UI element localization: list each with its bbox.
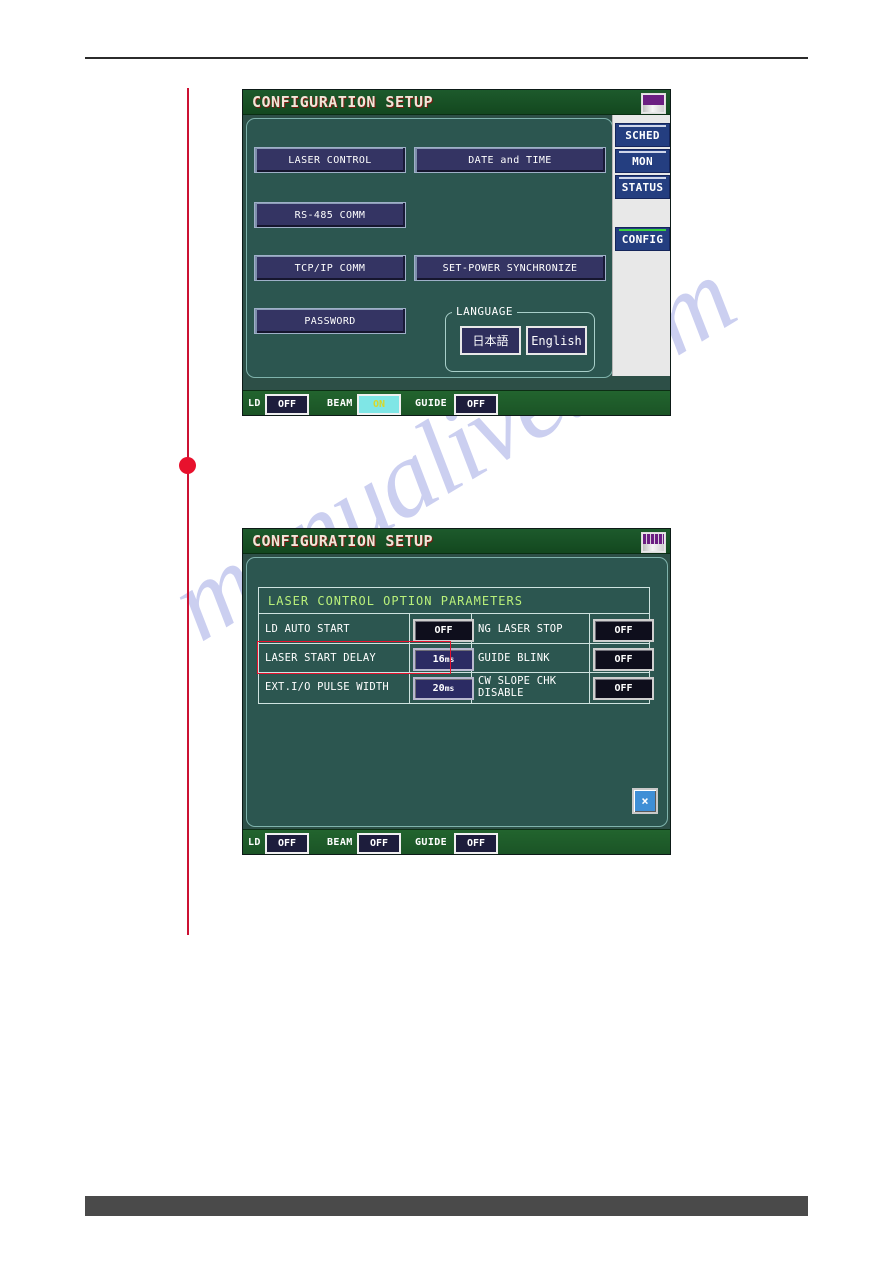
hmi-screen-laser-control-options: CONFIGURATION SETUP LASER CONTROL OPTION… bbox=[242, 528, 671, 855]
tab-status[interactable]: STATUS bbox=[615, 175, 670, 199]
screen-title-bar: CONFIGURATION SETUP bbox=[243, 529, 670, 554]
screen-title-bar: CONFIGURATION SETUP bbox=[243, 90, 670, 115]
tab-sched[interactable]: SCHED bbox=[615, 123, 670, 147]
status-label-beam: BEAM bbox=[327, 398, 353, 409]
hmi-screen-configuration-setup: CONFIGURATION SETUP LASER CONTROL DATE a… bbox=[242, 89, 671, 416]
language-option-english[interactable]: English bbox=[526, 326, 587, 355]
menu-button-label: DATE and TIME bbox=[468, 154, 552, 166]
tab-label: CONFIG bbox=[621, 232, 664, 246]
status-bar: LD OFF BEAM OFF GUIDE OFF bbox=[243, 829, 670, 854]
menu-button-laser-control[interactable]: LASER CONTROL bbox=[254, 147, 406, 173]
menu-button-date-and-time[interactable]: DATE and TIME bbox=[414, 147, 606, 173]
tab-label: STATUS bbox=[621, 180, 664, 194]
param-label-ext-io-pulse-width: EXT.I/O PULSE WIDTH bbox=[265, 680, 389, 693]
param-label-guide-blink: GUIDE BLINK bbox=[478, 651, 550, 664]
menu-button-tcpip-comm[interactable]: TCP/IP COMM bbox=[254, 255, 406, 281]
menu-button-set-power-synchronize[interactable]: SET-POWER SYNCHRONIZE bbox=[414, 255, 606, 281]
language-option-japanese[interactable]: 日本語 bbox=[460, 326, 521, 355]
lamp-indicator-icon bbox=[641, 93, 666, 114]
param-value-text: OFF bbox=[434, 625, 453, 636]
param-value-cw-slope-chk-disable[interactable]: OFF bbox=[593, 677, 654, 700]
tab-mon[interactable]: MON bbox=[615, 149, 670, 173]
options-work-area: LASER CONTROL OPTION PARAMETERS LD AUTO … bbox=[246, 557, 668, 827]
callout-leader-line bbox=[187, 88, 189, 935]
page-footer-bar bbox=[85, 1196, 808, 1216]
status-value-ld[interactable]: OFF bbox=[265, 833, 309, 854]
close-button[interactable]: × bbox=[632, 788, 658, 814]
tab-config[interactable]: CONFIG bbox=[615, 227, 670, 251]
status-label-guide: GUIDE bbox=[415, 398, 448, 409]
param-value-unit: ms bbox=[444, 684, 455, 693]
table-heading: LASER CONTROL OPTION PARAMETERS bbox=[259, 588, 649, 614]
tab-label: MON bbox=[632, 154, 653, 168]
menu-button-label: SET-POWER SYNCHRONIZE bbox=[442, 262, 578, 274]
language-option-label: English bbox=[531, 333, 582, 348]
param-label-ng-laser-stop: NG LASER STOP bbox=[478, 622, 563, 635]
param-label-laser-start-delay: LASER START DELAY bbox=[265, 651, 376, 664]
param-value-ld-auto-start[interactable]: OFF bbox=[413, 619, 474, 642]
status-label-beam: BEAM bbox=[327, 837, 353, 848]
page-title: CONFIGURATION SETUP bbox=[252, 93, 434, 111]
lamp-indicator-striped-icon bbox=[641, 532, 666, 553]
tab-label: SCHED bbox=[625, 128, 660, 142]
tab-column: SCHED MON STATUS CONFIG bbox=[612, 115, 670, 376]
table-row: LD AUTO START OFF NG LASER STOP OFF bbox=[259, 614, 654, 644]
status-value-beam[interactable]: ON bbox=[357, 394, 401, 415]
menu-button-password[interactable]: PASSWORD bbox=[254, 308, 406, 334]
menu-button-label: PASSWORD bbox=[304, 315, 356, 327]
status-label-guide: GUIDE bbox=[415, 837, 448, 848]
close-icon: × bbox=[641, 794, 649, 808]
table-row: EXT.I/O PULSE WIDTH 20 ms CW SLOPE CHK DI… bbox=[259, 672, 654, 701]
menu-button-label: LASER CONTROL bbox=[288, 154, 372, 166]
status-label-ld: LD bbox=[248, 398, 261, 409]
laser-option-parameter-table: LASER CONTROL OPTION PARAMETERS LD AUTO … bbox=[258, 587, 654, 704]
language-group: LANGUAGE 日本語 English bbox=[445, 305, 595, 372]
param-value-text: 20 bbox=[432, 683, 445, 694]
param-value-ext-io-pulse-width[interactable]: 20 ms bbox=[413, 677, 474, 700]
param-value-guide-blink[interactable]: OFF bbox=[593, 648, 654, 671]
menu-button-rs485-comm[interactable]: RS-485 COMM bbox=[254, 202, 406, 228]
param-value-text: OFF bbox=[614, 654, 633, 665]
menu-work-area: LASER CONTROL DATE and TIME RS-485 COMM … bbox=[246, 118, 613, 378]
status-label-ld: LD bbox=[248, 837, 261, 848]
table-row: LASER START DELAY 16 ms GUIDE BLINK OFF bbox=[259, 643, 654, 673]
language-group-legend: LANGUAGE bbox=[452, 305, 517, 318]
page-title: CONFIGURATION SETUP bbox=[252, 532, 434, 550]
param-value-ng-laser-stop[interactable]: OFF bbox=[593, 619, 654, 642]
page-header-rule bbox=[85, 57, 808, 59]
status-value-beam[interactable]: OFF bbox=[357, 833, 401, 854]
menu-button-label: TCP/IP COMM bbox=[294, 262, 366, 274]
param-label-ld-auto-start: LD AUTO START bbox=[265, 622, 350, 635]
menu-button-label: RS-485 COMM bbox=[294, 209, 366, 221]
param-value-unit: ms bbox=[444, 655, 455, 664]
language-option-label: 日本語 bbox=[472, 334, 509, 348]
status-value-ld[interactable]: OFF bbox=[265, 394, 309, 415]
param-value-text: OFF bbox=[614, 683, 633, 694]
param-value-text: 16 bbox=[432, 654, 445, 665]
param-value-text: OFF bbox=[614, 625, 633, 636]
param-label-cw-slope-chk-disable: CW SLOPE CHK DISABLE bbox=[478, 674, 557, 699]
status-bar: LD OFF BEAM ON GUIDE OFF bbox=[243, 390, 670, 415]
param-value-laser-start-delay[interactable]: 16 ms bbox=[413, 648, 474, 671]
status-value-guide[interactable]: OFF bbox=[454, 394, 498, 415]
callout-dot-marker bbox=[179, 457, 196, 474]
status-value-guide[interactable]: OFF bbox=[454, 833, 498, 854]
